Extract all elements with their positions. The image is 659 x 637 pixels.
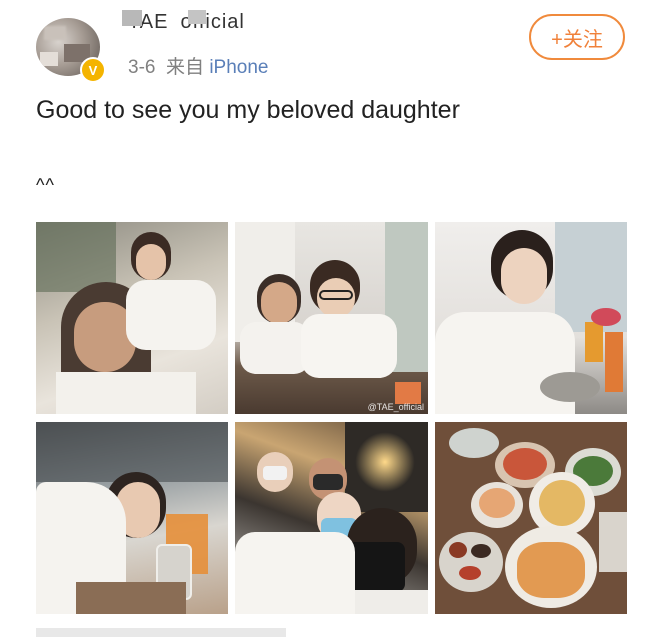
photo-2[interactable]: @TAE_official (235, 222, 428, 414)
username-blur-mask (188, 10, 206, 24)
photo-watermark: @TAE_official (367, 402, 424, 412)
username[interactable]: TAE_official (128, 11, 245, 29)
post-text: Good to see you my beloved daughter (36, 96, 460, 124)
post-emote: ^^ (36, 175, 55, 195)
photo-6[interactable] (435, 422, 627, 614)
verified-icon: V (80, 57, 106, 83)
source-prefix: 来自 (166, 57, 205, 78)
photo-5[interactable] (235, 422, 428, 614)
username-blur-mask (122, 10, 142, 26)
photo-3[interactable] (435, 222, 627, 414)
photo-4[interactable] (36, 422, 228, 614)
next-section-hint (36, 628, 286, 637)
post-meta: 3-6 来自 iPhone (128, 52, 269, 79)
photo-1[interactable] (36, 222, 228, 414)
post-date: 3-6 (128, 57, 156, 78)
follow-button[interactable]: +关注 (529, 14, 625, 60)
source-device-link[interactable]: iPhone (209, 57, 268, 78)
